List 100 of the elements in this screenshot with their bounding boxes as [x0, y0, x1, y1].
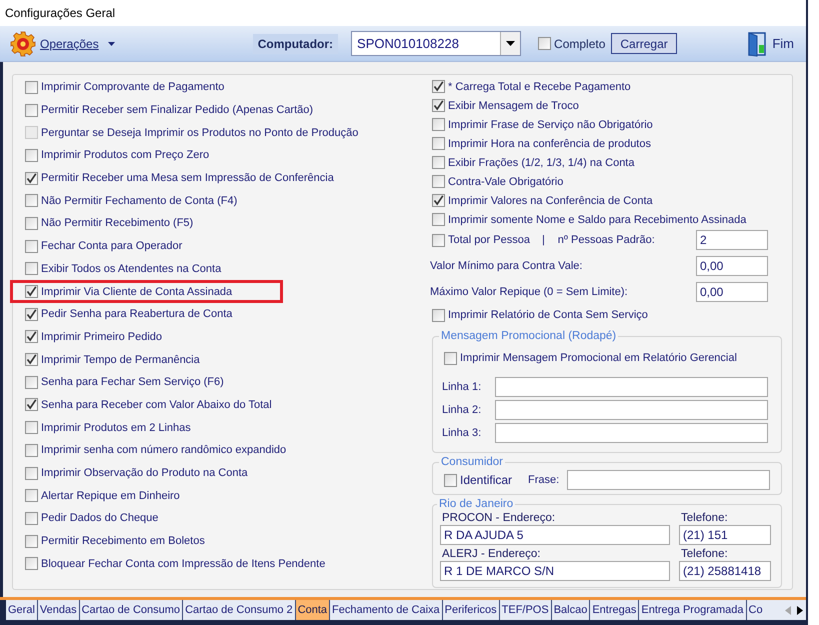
checkbox[interactable]: [25, 534, 38, 548]
option-label[interactable]: Imprimir Frase de Serviço não Obrigatório: [448, 118, 653, 130]
tab[interactable]: Entregas: [590, 600, 640, 620]
tab[interactable]: Cartao de Consumo: [80, 600, 184, 620]
checkbox[interactable]: [25, 148, 38, 162]
checkbox[interactable]: [432, 156, 445, 169]
option-label[interactable]: Permitir Recebimento em Boletos: [41, 535, 205, 548]
tab[interactable]: Cartao de Consumo 2: [183, 600, 296, 620]
checkbox[interactable]: [432, 213, 445, 226]
checkbox[interactable]: [432, 137, 445, 150]
option-label[interactable]: Imprimir Comprovante de Pagamento: [41, 81, 224, 94]
option-label[interactable]: Imprimir Produtos em 2 Linhas: [41, 422, 191, 434]
option-label[interactable]: Identificar: [460, 473, 512, 487]
checkbox[interactable]: [432, 175, 445, 188]
checkbox[interactable]: [432, 80, 445, 93]
checkbox[interactable]: [25, 104, 38, 117]
load-button[interactable]: Carregar: [611, 33, 677, 54]
address-field[interactable]: R DA AJUDA 5: [440, 525, 670, 545]
checkbox[interactable]: [25, 376, 38, 389]
number-field[interactable]: 0,00: [696, 282, 768, 302]
dropdown-button[interactable]: [500, 32, 520, 55]
option-label[interactable]: Senha para Fechar Sem Serviço (F6): [41, 376, 224, 388]
checkbox[interactable]: [432, 99, 445, 112]
address-field[interactable]: R 1 DE MARCO S/N: [440, 561, 670, 581]
checkbox[interactable]: [25, 330, 38, 344]
option-label[interactable]: Bloquear Fechar Conta com Impressão de Itens Pendente: [41, 558, 326, 570]
number-field[interactable]: 0,00: [696, 256, 768, 276]
option-label[interactable]: Contra-Vale Obrigatório: [448, 176, 564, 188]
checkbox[interactable]: [25, 172, 38, 185]
checkbox[interactable]: [25, 194, 38, 208]
checkbox[interactable]: [25, 489, 38, 502]
option-label[interactable]: Pedir Dados do Cheque: [41, 512, 158, 524]
option-label[interactable]: Imprimir senha com número randômico expandido: [41, 444, 286, 456]
checkbox[interactable]: [25, 262, 38, 276]
field-label: Valor Mínimo para Contra Vale:: [430, 260, 582, 272]
field-label: Linha 3:: [442, 426, 482, 438]
option-label[interactable]: Imprimir somente Nome e Saldo para Recebimento Assinada: [448, 214, 746, 226]
option-label[interactable]: Imprimir Mensagem Promocional em Relatório Gerencial: [460, 352, 737, 364]
tab[interactable]: Vendas: [38, 600, 80, 620]
exit-button[interactable]: Fim: [746, 30, 794, 56]
option-label[interactable]: Total por Pessoa: [448, 234, 530, 246]
option-label[interactable]: Exibir Frações (1/2, 1/3, 1/4) na Conta: [448, 156, 634, 168]
option-label[interactable]: Senha para Receber com Valor Abaixo do Total: [41, 398, 272, 411]
checkbox[interactable]: [25, 80, 38, 94]
option-label[interactable]: Imprimir Via Cliente de Conta Assinada: [41, 286, 232, 298]
option-label[interactable]: Alertar Repique em Dinheiro: [41, 490, 180, 502]
phone-field[interactable]: (21) 151: [679, 525, 771, 545]
computer-combobox[interactable]: SPON010108228: [351, 31, 522, 56]
option-label[interactable]: Completo: [554, 36, 606, 50]
option-label[interactable]: Fechar Conta para Operador: [41, 240, 182, 252]
option-label[interactable]: Permitir Receber sem Finalizar Pedido (Apenas Cartão): [41, 104, 314, 116]
checkbox[interactable]: [25, 398, 38, 412]
checkbox[interactable]: [444, 474, 457, 486]
option-label[interactable]: Não Permitir Recebimento (F5): [41, 217, 194, 230]
option-label[interactable]: Permitir Receber uma Mesa sem Impressão de Conferência: [41, 172, 334, 184]
checkbox[interactable]: [538, 37, 552, 50]
option-label[interactable]: Imprimir Observação do Produto na Conta: [41, 467, 248, 480]
number-field[interactable]: 2: [696, 230, 768, 250]
checkbox[interactable]: [25, 285, 38, 298]
option-label[interactable]: Imprimir Valores na Conferência de Conta: [448, 194, 653, 206]
tab[interactable]: Geral: [6, 600, 38, 620]
checkbox[interactable]: [25, 557, 38, 570]
checkbox[interactable]: [25, 444, 38, 457]
option-label[interactable]: Não Permitir Fechamento de Conta (F4): [41, 194, 238, 207]
tab[interactable]: Entrega Programada: [639, 600, 746, 620]
phone-field[interactable]: (21) 25881418: [679, 561, 771, 581]
option-label[interactable]: Imprimir Tempo de Permanência: [41, 354, 200, 366]
tab[interactable]: Conta: [296, 600, 330, 620]
text-field[interactable]: [495, 400, 768, 420]
text-field[interactable]: [567, 470, 770, 490]
scroll-right-icon[interactable]: [797, 606, 803, 614]
tab[interactable]: Fechamento de Caixa: [330, 600, 443, 620]
text-field[interactable]: [495, 376, 768, 396]
option-label[interactable]: * Carrega Total e Recebe Pagamento: [448, 80, 631, 92]
checkbox[interactable]: [25, 421, 38, 434]
tab[interactable]: TEF/POS: [500, 600, 552, 620]
option-label[interactable]: Imprimir Hora na conferência de produtos: [448, 138, 651, 150]
checkbox[interactable]: [432, 118, 445, 131]
tab[interactable]: Balcao: [552, 600, 590, 620]
checkbox[interactable]: [25, 308, 38, 321]
option-label[interactable]: Exibir Todos os Atendentes na Conta: [41, 262, 222, 275]
option-label[interactable]: Imprimir Produtos com Preço Zero: [41, 149, 210, 162]
option-label[interactable]: Imprimir Primeiro Pedido: [41, 330, 162, 343]
checkbox[interactable]: [432, 234, 445, 246]
tab[interactable]: Perifericos: [442, 600, 500, 620]
checkbox[interactable]: [25, 240, 38, 253]
checkbox[interactable]: [432, 308, 445, 322]
option-label[interactable]: Imprimir Relatório de Conta Sem Serviço: [448, 309, 648, 321]
option-label[interactable]: Exibir Mensagem de Troco: [448, 100, 579, 112]
tab[interactable]: Co: [746, 600, 765, 620]
checkbox[interactable]: [25, 353, 38, 366]
checkbox[interactable]: [25, 216, 38, 230]
checkbox[interactable]: [25, 512, 38, 525]
checkbox[interactable]: [444, 352, 457, 364]
option-label[interactable]: Pedir Senha para Reabertura de Conta: [41, 308, 232, 320]
operations-menu[interactable]: Operações: [10, 30, 115, 56]
text-field[interactable]: [495, 422, 768, 442]
checkbox[interactable]: [25, 466, 38, 480]
field-label: Telefone:: [680, 512, 729, 525]
checkbox[interactable]: [432, 194, 445, 207]
